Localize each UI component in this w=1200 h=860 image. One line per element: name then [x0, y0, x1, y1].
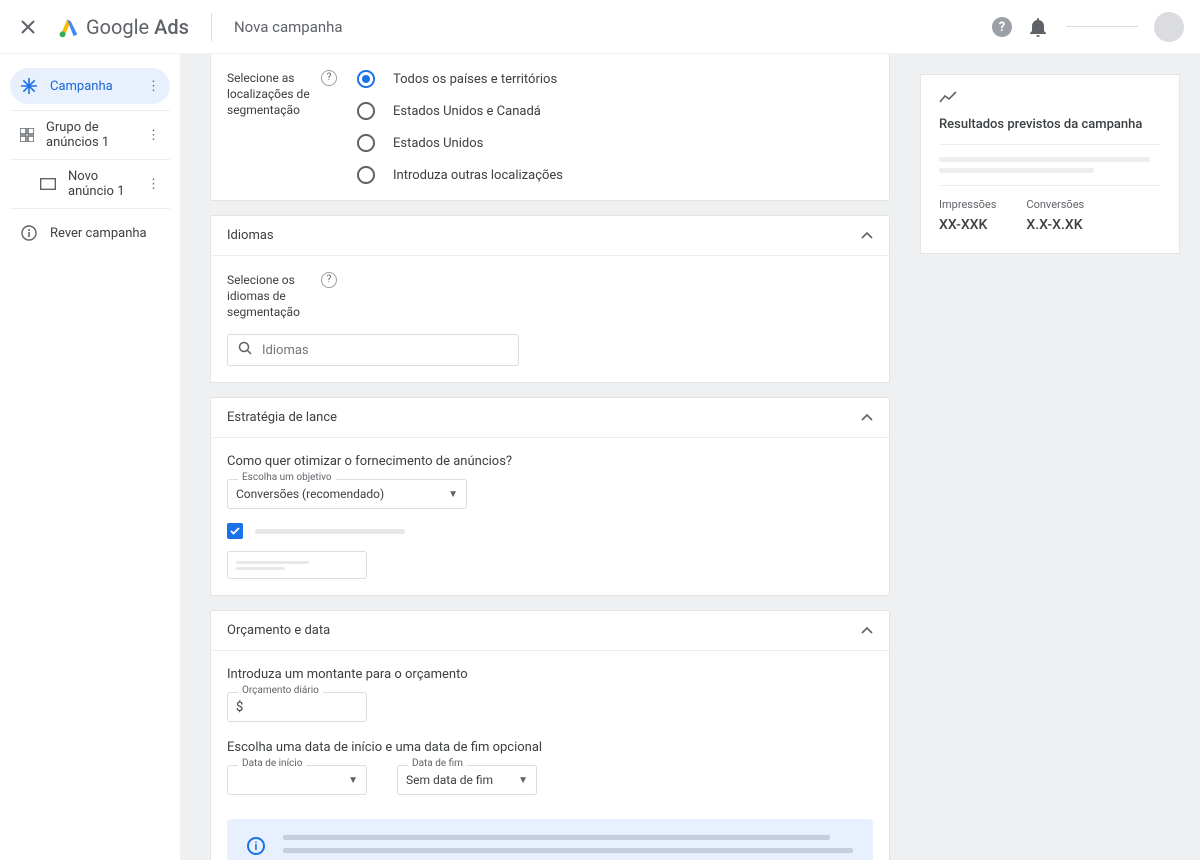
notifications-icon[interactable] [1026, 15, 1050, 39]
budget-title: Orçamento e data [227, 623, 330, 638]
currency-symbol: $ [236, 700, 243, 715]
dropdown-arrow-icon: ▼ [448, 489, 458, 500]
page-title: Nova campanha [234, 18, 343, 36]
location-opt1-label: Todos os países e territórios [393, 72, 557, 87]
location-option-us[interactable]: Estados Unidos [357, 134, 563, 152]
conversions-label: Conversões [1026, 198, 1084, 211]
location-opt2-label: Estados Unidos e Canadá [393, 104, 541, 119]
more-icon[interactable]: ⋮ [147, 177, 160, 192]
end-date-select[interactable]: Data de fim Sem data de fim ▼ [397, 765, 537, 795]
daily-budget-input[interactable]: Orçamento diário $ [227, 692, 367, 722]
locations-label: Selecione as localizações de segmentação [227, 70, 315, 118]
more-icon[interactable]: ⋮ [147, 79, 160, 94]
language-search[interactable] [227, 334, 519, 366]
dropdown-arrow-icon: ▼ [348, 775, 358, 786]
logo-text-ads: Ads [154, 15, 189, 39]
svg-text:?: ? [999, 20, 1005, 35]
help-icon[interactable]: ? [990, 15, 1014, 39]
search-icon [238, 341, 252, 359]
budget-amount-prompt: Introduza um montante para o orçamento [227, 667, 873, 682]
sidebar-campaign-label: Campanha [50, 79, 113, 94]
info-icon: i [247, 837, 265, 855]
forecast-card: Resultados previstos da campanha Impress… [920, 74, 1180, 254]
chevron-up-icon [861, 623, 873, 638]
dropdown-arrow-icon: ▼ [518, 775, 528, 786]
radio-icon [357, 102, 375, 120]
location-opt4-label: Introduza outras localizações [393, 168, 563, 183]
close-button[interactable] [16, 15, 40, 39]
sidebar-item-newad[interactable]: Novo anúncio 1 ⋮ [10, 166, 170, 202]
sidebar-adgroup-label: Grupo de anúncios 1 [46, 120, 135, 150]
impressions-label: Impressões [939, 198, 996, 211]
trend-icon [939, 91, 1161, 107]
sidebar-item-review[interactable]: Rever campanha [10, 215, 170, 251]
objective-value: Conversões (recomendado) [236, 487, 384, 501]
radio-icon [357, 166, 375, 184]
end-date-label: Data de fim [408, 758, 467, 769]
chevron-up-icon [861, 410, 873, 425]
ad-icon [40, 178, 56, 190]
daily-budget-label: Orçamento diário [238, 685, 323, 696]
objective-float-label: Escolha um objetivo [238, 472, 336, 483]
logo-text-google: Google [86, 15, 149, 39]
checkbox-label-placeholder [255, 529, 405, 534]
objective-select[interactable]: Escolha um objetivo Conversões (recomend… [227, 479, 467, 509]
bidding-question: Como quer otimizar o fornecimento de anú… [227, 454, 873, 469]
asterisk-icon [20, 78, 38, 94]
more-icon[interactable]: ⋮ [147, 128, 160, 143]
forecast-title: Resultados previstos da campanha [939, 117, 1161, 132]
sidebar-item-adgroup[interactable]: Grupo de anúncios 1 ⋮ [10, 117, 170, 153]
conversions-value: X.X-X.XK [1026, 217, 1084, 233]
avatar[interactable] [1154, 12, 1184, 42]
languages-title: Idiomas [227, 228, 274, 243]
bidding-subfield[interactable] [227, 551, 367, 579]
start-date-label: Data de início [238, 758, 306, 769]
budget-card: Orçamento e data Introduza um montante p… [210, 610, 890, 860]
help-icon[interactable]: ? [321, 70, 337, 86]
end-date-value: Sem data de fim [406, 773, 493, 787]
location-option-other[interactable]: Introduza outras localizações [357, 166, 563, 184]
language-search-input[interactable] [262, 343, 508, 358]
grid-icon [20, 128, 34, 142]
sidebar-item-campaign[interactable]: Campanha ⋮ [10, 68, 170, 104]
sidebar-review-label: Rever campanha [50, 226, 147, 241]
budget-info-banner: i [227, 819, 873, 860]
languages-label: Selecione os idiomas de segmentação [227, 272, 315, 320]
bidding-header[interactable]: Estratégia de lance [211, 398, 889, 438]
locations-card: Selecione as localizações de segmentação… [210, 54, 890, 201]
location-opt3-label: Estados Unidos [393, 136, 483, 151]
locations-radio-group: Todos os países e territórios Estados Un… [357, 70, 563, 184]
location-option-all[interactable]: Todos os países e territórios [357, 70, 563, 88]
header-divider [211, 13, 212, 41]
help-icon[interactable]: ? [321, 272, 337, 288]
impressions-value: XX-XXK [939, 217, 996, 233]
budget-dates-prompt: Escolha uma data de início e uma data de… [227, 740, 873, 755]
info-icon [20, 225, 38, 241]
languages-header[interactable]: Idiomas [211, 216, 889, 256]
radio-icon [357, 70, 375, 88]
sidebar-newad-label: Novo anúncio 1 [68, 169, 135, 199]
location-option-us-canada[interactable]: Estados Unidos e Canadá [357, 102, 563, 120]
start-date-select[interactable]: Data de início ▼ [227, 765, 367, 795]
bidding-checkbox[interactable] [227, 523, 243, 539]
bidding-card: Estratégia de lance Como quer otimizar o… [210, 397, 890, 596]
google-ads-logo: Google Ads [58, 15, 189, 39]
header-placeholder-line [1066, 26, 1138, 27]
radio-icon [357, 134, 375, 152]
budget-header[interactable]: Orçamento e data [211, 611, 889, 651]
chevron-up-icon [861, 228, 873, 243]
languages-card: Idiomas Selecione os idiomas de segmenta… [210, 215, 890, 383]
bidding-title: Estratégia de lance [227, 410, 337, 425]
